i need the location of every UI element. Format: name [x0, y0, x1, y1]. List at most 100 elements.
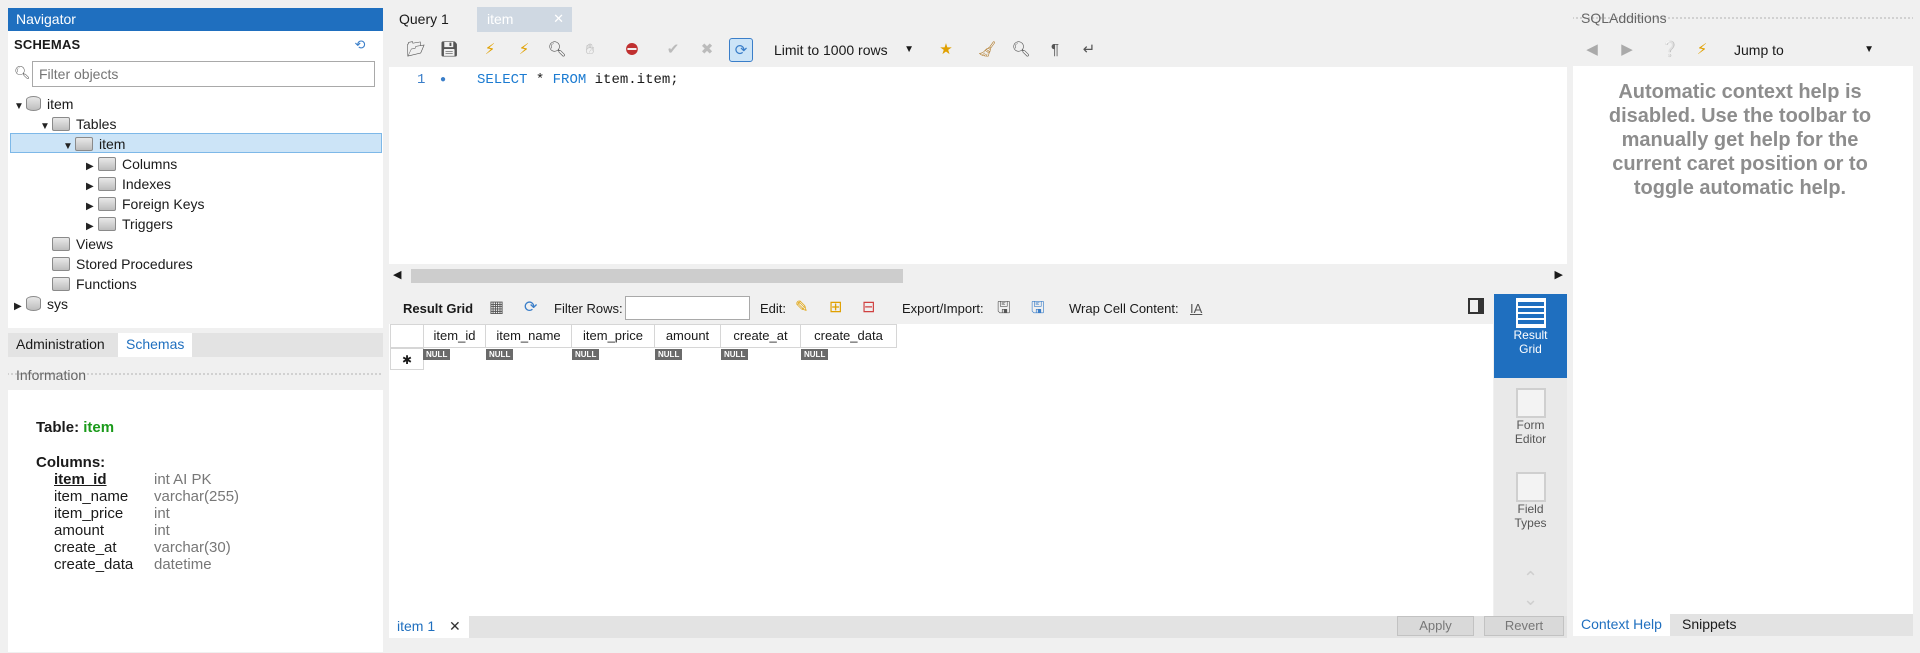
- tree-item-columns[interactable]: ▶ Columns: [86, 154, 177, 174]
- column-name: create_data: [54, 556, 134, 573]
- toggle-panel-icon[interactable]: [1468, 298, 1484, 314]
- filter-objects: 🔍︎: [12, 61, 375, 87]
- null-cell[interactable]: NULL: [572, 349, 600, 360]
- tree-label: Tables: [76, 116, 117, 132]
- sql-statement[interactable]: SELECT * FROM item.item;: [477, 72, 679, 88]
- tree-label: Indexes: [122, 176, 172, 192]
- search-icon: 🔍︎: [14, 65, 31, 80]
- tree-item-db-sys[interactable]: ▶ sys: [14, 294, 68, 314]
- tree-item-foreign-keys[interactable]: ▶ Foreign Keys: [86, 194, 204, 214]
- tree-label: sys: [47, 296, 68, 312]
- field-types-side-button[interactable]: Field Types: [1494, 470, 1567, 540]
- scroll-thumb[interactable]: [411, 269, 903, 283]
- autocommit-icon[interactable]: ⟳: [729, 38, 753, 62]
- folder-icon: [52, 237, 70, 251]
- tree-item-db-item[interactable]: ▼ item: [14, 94, 73, 114]
- expand-arrow-icon[interactable]: ▼: [63, 137, 75, 157]
- null-cell[interactable]: NULL: [801, 349, 829, 360]
- tree-item-tables[interactable]: ▼ Tables: [40, 114, 116, 134]
- side-scroll-icon[interactable]: ⌃ ⌄: [1494, 568, 1567, 610]
- null-cell[interactable]: NULL: [486, 349, 514, 360]
- tab-snippets[interactable]: Snippets: [1674, 614, 1744, 636]
- result-tab-item-1[interactable]: item 1 ✕: [389, 616, 469, 638]
- save-icon[interactable]: 💾︎: [437, 38, 461, 62]
- tab-schemas[interactable]: Schemas: [118, 333, 193, 357]
- back-icon[interactable]: ◀: [1580, 38, 1604, 62]
- scroll-right-icon[interactable]: ▶: [1555, 268, 1563, 281]
- tree-item-table-item[interactable]: ▼ item: [10, 133, 382, 153]
- tree-label: Views: [76, 236, 114, 252]
- null-cell[interactable]: NULL: [423, 349, 451, 360]
- grid-column-header[interactable]: create_at: [720, 324, 801, 348]
- grid-column-header[interactable]: item_name: [485, 324, 572, 348]
- limit-rows-select[interactable]: Limit to 1000 rows ▼: [772, 38, 922, 62]
- close-icon[interactable]: ✕: [553, 11, 564, 27]
- expand-arrow-icon[interactable]: ▶: [14, 297, 26, 317]
- folder-icon: [52, 277, 70, 291]
- tree-label: Functions: [76, 276, 137, 292]
- result-grid-icon: [1515, 298, 1546, 328]
- execute-icon[interactable]: ⚡: [478, 38, 502, 62]
- tab-administration[interactable]: Administration: [8, 333, 113, 357]
- sql-token: *: [535, 72, 545, 88]
- table-info: Table: item: [36, 419, 114, 436]
- grid-layout-icon[interactable]: ▦: [489, 297, 504, 317]
- grid-column-header[interactable]: amount: [654, 324, 721, 348]
- stop-icon[interactable]: ✋︎: [578, 38, 602, 62]
- result-tabs-bar: [389, 616, 1567, 638]
- tree-item-stored-procedures[interactable]: Stored Procedures: [52, 254, 193, 274]
- filter-objects-input[interactable]: [32, 61, 375, 87]
- manual-help-icon[interactable]: ❔: [1658, 38, 1682, 62]
- side-label: Types: [1514, 516, 1547, 530]
- wrap-lines-icon[interactable]: ↵: [1077, 38, 1101, 62]
- grid-column-header[interactable]: create_data: [800, 324, 897, 348]
- tree-item-functions[interactable]: Functions: [52, 274, 137, 294]
- open-file-icon[interactable]: 📂︎: [404, 38, 428, 62]
- edit-row-icon[interactable]: ✎: [795, 297, 808, 317]
- forward-icon[interactable]: ▶: [1615, 38, 1639, 62]
- expand-arrow-icon[interactable]: ▼: [14, 97, 26, 117]
- delete-row-icon[interactable]: ⊟: [862, 297, 875, 317]
- null-cell[interactable]: NULL: [655, 349, 683, 360]
- apply-button[interactable]: Apply: [1397, 616, 1474, 636]
- field-types-icon: [1515, 472, 1546, 502]
- revert-button[interactable]: Revert: [1484, 616, 1564, 636]
- tab-item[interactable]: item ✕: [477, 7, 572, 32]
- rollback-icon[interactable]: ✖: [695, 38, 719, 62]
- execute-current-icon[interactable]: ⚡: [512, 38, 536, 62]
- tree-item-views[interactable]: Views: [52, 234, 113, 254]
- refresh-icon[interactable]: ⟲: [352, 37, 368, 53]
- close-icon[interactable]: ✕: [449, 618, 461, 634]
- refresh-icon[interactable]: ⟳: [524, 297, 537, 317]
- sql-editor[interactable]: [389, 67, 1567, 264]
- null-cell[interactable]: NULL: [721, 349, 749, 360]
- auto-help-icon[interactable]: ⚡: [1690, 38, 1714, 62]
- tree-item-triggers[interactable]: ▶ Triggers: [86, 214, 173, 234]
- beautify-icon[interactable]: 🧹︎: [975, 38, 999, 62]
- toggle-errors-icon[interactable]: ⛔︎: [620, 38, 644, 62]
- insert-row-icon[interactable]: ⊞: [829, 297, 842, 317]
- result-grid-side-button[interactable]: Result Grid: [1494, 294, 1567, 378]
- side-label: Editor: [1514, 432, 1547, 446]
- commit-icon[interactable]: ✔: [661, 38, 685, 62]
- wrap-cell-icon[interactable]: IA: [1190, 301, 1202, 316]
- tree-item-indexes[interactable]: ▶ Indexes: [86, 174, 171, 194]
- tab-context-help[interactable]: Context Help: [1573, 614, 1670, 636]
- export-icon[interactable]: 🖫︎: [997, 297, 1011, 324]
- form-editor-side-button[interactable]: Form Editor: [1494, 386, 1567, 456]
- tab-query-1[interactable]: Query 1: [389, 7, 471, 32]
- scroll-left-icon[interactable]: ◀: [393, 268, 401, 281]
- jump-to-select[interactable]: Jump to ▼: [1730, 38, 1880, 62]
- invisible-chars-icon[interactable]: ¶: [1043, 38, 1067, 62]
- row-header: [390, 324, 424, 348]
- filter-rows-input[interactable]: [625, 296, 750, 320]
- grid-column-header[interactable]: item_price: [571, 324, 655, 348]
- explain-icon[interactable]: 🔍︎: [545, 38, 569, 62]
- editor-horizontal-scrollbar[interactable]: ◀ ▶: [389, 266, 1567, 286]
- find-icon[interactable]: 🔍︎: [1009, 38, 1033, 62]
- column-type: datetime: [154, 556, 212, 573]
- grid-column-header[interactable]: item_id: [423, 324, 486, 348]
- import-icon[interactable]: 🖫︎: [1031, 297, 1045, 324]
- add-bookmark-icon[interactable]: ★: [934, 38, 958, 62]
- result-grid[interactable]: [389, 324, 1493, 616]
